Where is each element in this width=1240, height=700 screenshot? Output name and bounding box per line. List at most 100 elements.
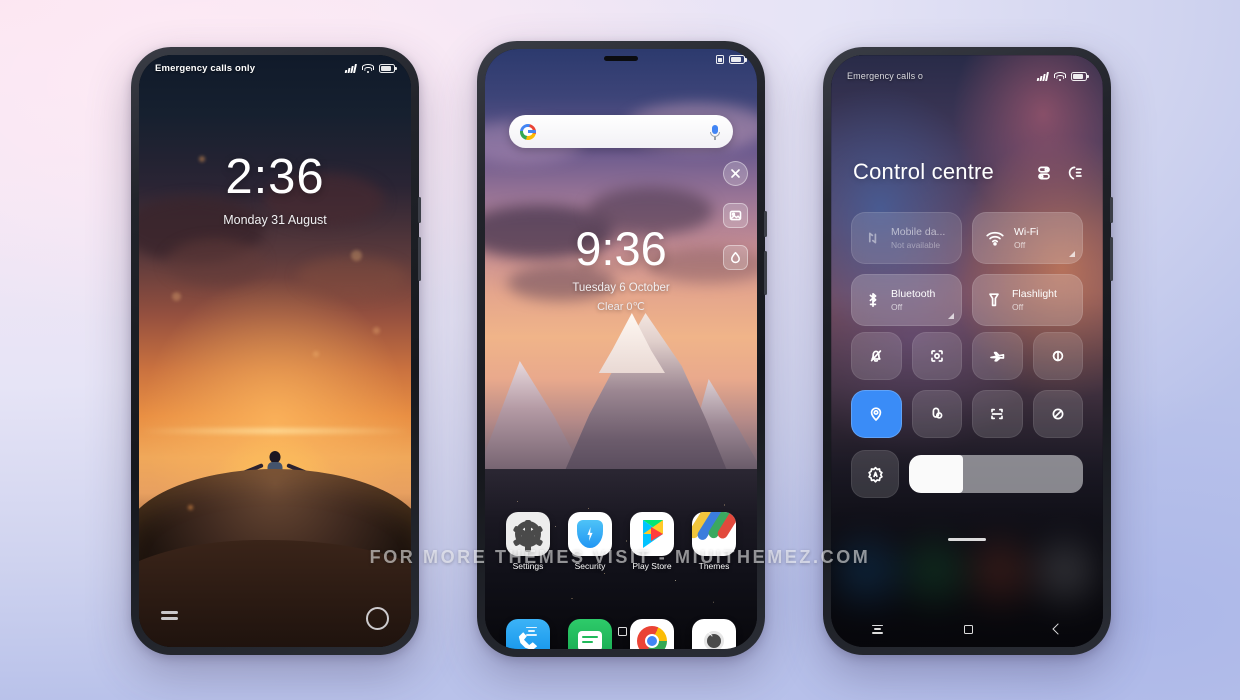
side-button[interactable] xyxy=(1110,197,1113,223)
battery-icon xyxy=(379,63,397,73)
homescreen-clock-widget: 9:36 Tuesday 6 October Clear 0℃ xyxy=(485,225,757,313)
wifi-icon xyxy=(362,63,374,73)
tile-name: Flashlight xyxy=(1012,288,1057,300)
cloud xyxy=(166,238,265,286)
expand-corner-icon[interactable] xyxy=(1069,251,1075,257)
bluetooth-icon xyxy=(864,291,882,309)
tile-name: Bluetooth xyxy=(891,288,936,300)
phone-control-centre: Emergency calls o Control centre Mobile … xyxy=(823,47,1113,655)
app-label: Security xyxy=(574,561,606,571)
toggle-silent[interactable] xyxy=(851,332,902,380)
mobile-data-icon xyxy=(864,229,882,247)
home-icon[interactable] xyxy=(617,626,627,636)
toggle-sync[interactable] xyxy=(1032,390,1083,438)
brightness-slider-fill xyxy=(909,455,963,493)
camera-icon[interactable] xyxy=(366,607,389,630)
lockscreen-wallpaper xyxy=(139,55,411,647)
google-search-bar[interactable] xyxy=(509,115,733,148)
wallpaper-carousel-rail xyxy=(723,161,748,270)
signal-icon xyxy=(344,63,357,73)
recents-icon[interactable] xyxy=(525,626,537,636)
toggle-scan-qr[interactable] xyxy=(972,390,1023,438)
status-icons xyxy=(1036,71,1089,81)
app-play-store[interactable]: Play Store xyxy=(626,512,678,571)
edit-icon[interactable] xyxy=(1067,165,1083,181)
page-title: Control centre xyxy=(853,159,994,184)
back-icon[interactable] xyxy=(1052,623,1064,635)
menu-icon[interactable] xyxy=(161,611,178,623)
side-button[interactable] xyxy=(764,211,767,237)
battery-icon xyxy=(1071,71,1089,81)
tile-mobile-data[interactable]: Mobile da... Not available xyxy=(851,212,962,264)
gear-icon[interactable] xyxy=(506,512,550,556)
toggle-screenshot[interactable] xyxy=(911,332,962,380)
horizon-line xyxy=(139,427,411,434)
cloud xyxy=(296,256,406,298)
homescreen-time: 9:36 xyxy=(575,222,667,275)
toggle-location[interactable] xyxy=(851,390,902,438)
tile-flashlight[interactable]: Flashlight Off xyxy=(972,274,1083,326)
bokeh xyxy=(372,327,380,335)
lockscreen-date: Monday 31 August xyxy=(223,213,327,227)
tile-bluetooth[interactable]: Bluetooth Off xyxy=(851,274,962,326)
microphone-icon[interactable] xyxy=(708,124,722,140)
shield-icon[interactable] xyxy=(568,512,612,556)
wifi-icon xyxy=(1054,71,1066,81)
phone-lockscreen: Emergency calls only 2:36 Monday 31 Augu… xyxy=(131,47,421,655)
volume-button[interactable] xyxy=(418,237,421,281)
phone-homescreen: 9:36 Tuesday 6 October Clear 0℃ Settings… xyxy=(477,41,767,657)
carrier-label: Emergency calls o xyxy=(847,71,924,81)
cc-action-icons xyxy=(1036,165,1083,181)
tile-status: Off xyxy=(1014,240,1026,250)
toggle-airplane-mode[interactable] xyxy=(972,332,1023,380)
app-settings[interactable]: Settings xyxy=(502,512,554,571)
app-label: Themes xyxy=(698,561,730,571)
tile-status: Off xyxy=(1012,302,1024,312)
back-icon[interactable] xyxy=(706,625,718,637)
tile-status: Off xyxy=(891,302,903,312)
expand-corner-icon[interactable] xyxy=(948,313,954,319)
blur-icon[interactable] xyxy=(723,245,748,270)
app-security[interactable]: Security xyxy=(564,512,616,571)
home-icon[interactable] xyxy=(963,624,973,634)
volume-button[interactable] xyxy=(764,251,767,295)
lockscreen-clock-widget: 2:36 Monday 31 August xyxy=(139,150,411,228)
cc-drag-handle[interactable] xyxy=(948,538,986,541)
flashlight-icon xyxy=(985,291,1003,309)
cc-quick-toggles xyxy=(851,332,1083,438)
play-store-icon[interactable] xyxy=(630,512,674,556)
toggle-dark-mode[interactable] xyxy=(1032,332,1083,380)
bokeh xyxy=(313,351,320,357)
wifi-icon xyxy=(985,229,1005,247)
lockscreen-shortcuts xyxy=(139,605,411,633)
toggle-do-not-disturb[interactable] xyxy=(911,390,962,438)
google-icon xyxy=(520,123,536,140)
recents-icon[interactable] xyxy=(871,624,883,634)
lockscreen-time: 2:36 xyxy=(225,150,325,204)
gallery-icon[interactable] xyxy=(723,203,748,228)
auto-brightness-icon[interactable] xyxy=(851,450,899,498)
battery-icon xyxy=(729,55,747,64)
bokeh xyxy=(171,291,181,301)
signal-icon xyxy=(1036,71,1049,81)
earpiece-notch xyxy=(604,56,638,61)
sim-icon xyxy=(716,55,724,64)
bokeh xyxy=(187,504,193,510)
cc-big-tiles: Mobile da... Not available Wi-Fi Off Blu… xyxy=(851,212,1083,326)
tile-name: Mobile da... xyxy=(891,226,946,238)
tile-wifi[interactable]: Wi-Fi Off xyxy=(972,212,1083,264)
cc-navbar xyxy=(831,619,1103,639)
homescreen-weather: Clear 0℃ xyxy=(597,301,645,313)
control-centre-screen: Emergency calls o Control centre Mobile … xyxy=(831,55,1103,647)
volume-button[interactable] xyxy=(1110,237,1113,281)
close-icon[interactable] xyxy=(723,161,748,186)
homescreen-navbar xyxy=(485,621,757,641)
lockscreen-screen: Emergency calls only 2:36 Monday 31 Augu… xyxy=(139,55,411,647)
app-themes[interactable]: Themes xyxy=(688,512,740,571)
cc-brightness-row xyxy=(851,450,1083,498)
brightness-slider[interactable] xyxy=(909,455,1083,493)
themes-icon[interactable] xyxy=(692,512,736,556)
side-button[interactable] xyxy=(418,197,421,223)
homescreen-screen: 9:36 Tuesday 6 October Clear 0℃ Settings… xyxy=(485,49,757,649)
settings-sliders-icon[interactable] xyxy=(1036,165,1052,181)
